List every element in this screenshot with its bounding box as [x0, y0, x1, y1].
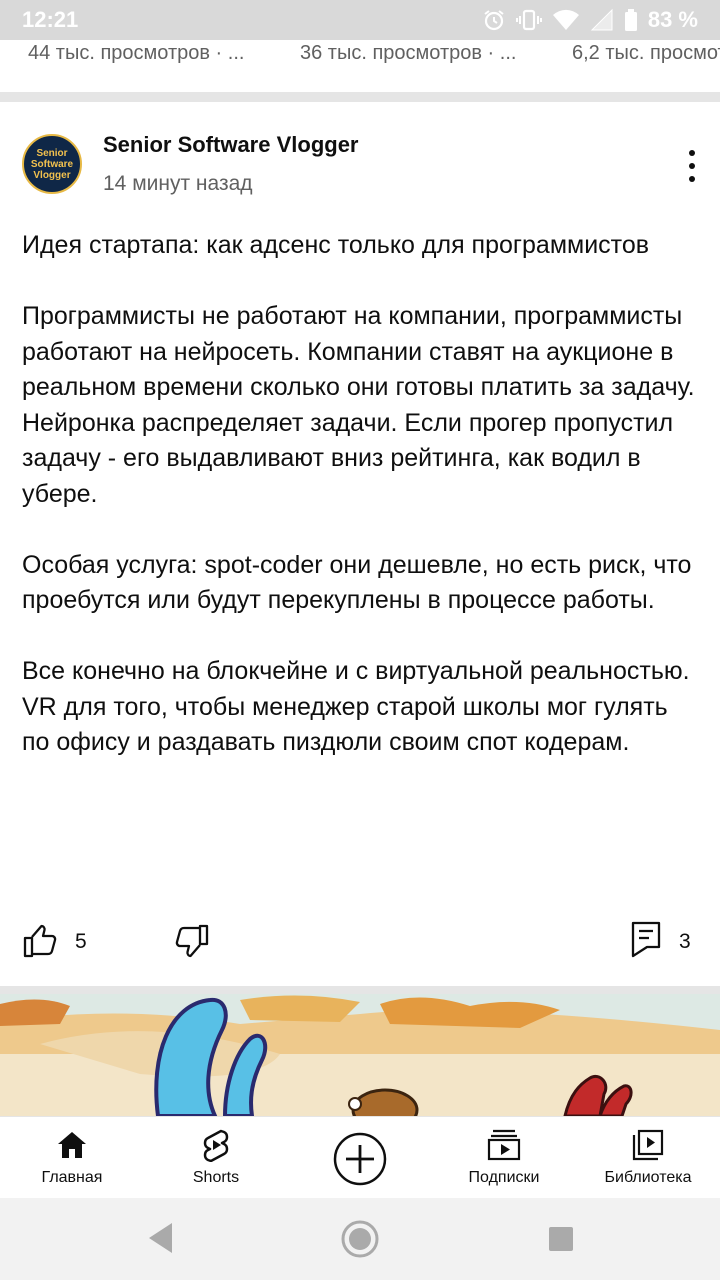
more-options-icon[interactable]: [680, 146, 704, 186]
shorts-icon: [203, 1129, 229, 1162]
nav-subscriptions-label: Подписки: [468, 1169, 540, 1186]
video-thumbnail[interactable]: [0, 994, 720, 1116]
signal-icon: [590, 8, 613, 31]
nav-library[interactable]: Библиотека: [594, 1117, 702, 1199]
nav-home[interactable]: Главная: [22, 1117, 122, 1199]
post-timestamp: 14 минут назад: [103, 172, 253, 195]
comment-icon[interactable]: [630, 920, 662, 960]
nav-subscriptions[interactable]: Подписки: [454, 1117, 554, 1199]
post-paragraph: Все конечно на блокчейне и с виртуальной…: [22, 657, 690, 756]
community-post: Senior Software Vlogger Senior Software …: [0, 102, 720, 986]
status-bar: 12:21 83 %: [0, 0, 720, 40]
system-navigation-bar: [0, 1198, 720, 1280]
create-plus-icon[interactable]: [332, 1131, 388, 1187]
section-divider: [0, 92, 720, 102]
vibrate-icon: [515, 9, 542, 31]
bottom-navigation: Главная Shorts Подписки Библиотека: [0, 1116, 720, 1198]
comment-count: 3: [679, 930, 691, 953]
recents-icon[interactable]: [548, 1226, 574, 1252]
post-text: Идея стартапа: как адсенс только для про…: [22, 228, 702, 761]
post-paragraph: Особая услуга: spot-coder они дешевле, н…: [22, 550, 692, 615]
video-views-1[interactable]: 44 тыс. просмотров · ...: [28, 40, 244, 66]
nav-home-label: Главная: [41, 1169, 103, 1186]
wifi-icon: [552, 9, 579, 30]
avatar-text-line: Vlogger: [33, 169, 71, 181]
nav-library-label: Библиотека: [604, 1169, 692, 1186]
like-count: 5: [75, 930, 87, 953]
home-button-icon[interactable]: [340, 1219, 380, 1259]
alarm-icon: [484, 10, 504, 31]
status-time: 12:21: [22, 7, 79, 32]
subscriptions-icon: [487, 1129, 521, 1161]
video-views-3[interactable]: 6,2 тыс. просмотр: [572, 40, 720, 66]
video-views-2[interactable]: 36 тыс. просмотров · ...: [300, 40, 516, 66]
post-paragraph: Идея стартапа: как адсенс только для про…: [22, 231, 650, 259]
post-paragraph: Программисты не работают на компании, пр…: [22, 302, 695, 508]
avatar-text-line: Senior: [36, 147, 68, 159]
battery-percent: 83 %: [647, 7, 698, 32]
back-icon[interactable]: [146, 1220, 174, 1256]
post-actions: 5 3: [0, 918, 720, 968]
battery-icon: [624, 9, 637, 31]
thumbs-down-icon[interactable]: [174, 924, 210, 958]
avatar-text-line: Software: [30, 158, 74, 170]
channel-avatar[interactable]: Senior Software Vlogger: [22, 134, 82, 194]
cartoon-thumbnail-image: [0, 994, 720, 1116]
thumbs-up-icon[interactable]: [22, 924, 58, 958]
section-divider: [0, 986, 720, 994]
video-shelf-strip: 44 тыс. просмотров · ... 36 тыс. просмот…: [0, 40, 720, 92]
library-icon: [632, 1129, 664, 1161]
nav-shorts-label: Shorts: [192, 1169, 240, 1186]
status-icons: 83 %: [482, 7, 698, 33]
nav-shorts[interactable]: Shorts: [166, 1117, 266, 1199]
channel-name[interactable]: Senior Software Vlogger: [103, 132, 359, 158]
home-icon: [58, 1132, 86, 1158]
